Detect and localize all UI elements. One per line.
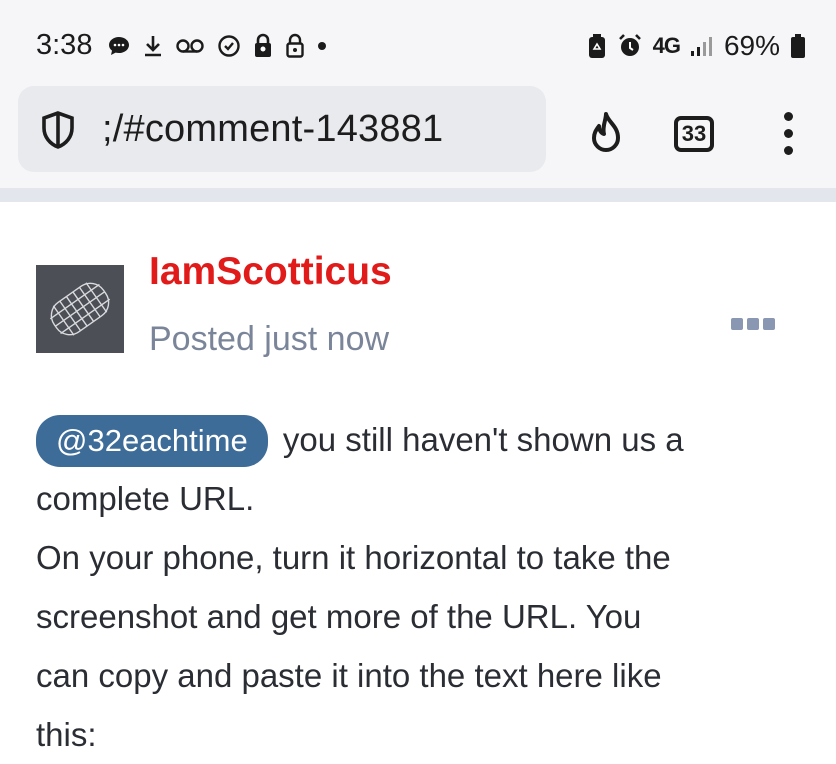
url-bar[interactable]: ;/#comment-143881 — [18, 86, 546, 172]
tabs-button[interactable]: 33 — [674, 116, 714, 152]
battery-icon — [790, 33, 806, 59]
sync-icon — [217, 34, 241, 58]
user-mention[interactable]: @32eachtime — [36, 415, 268, 467]
fire-icon[interactable] — [584, 110, 628, 163]
lock-badge-icon — [253, 33, 273, 59]
comment-text: complete URL. — [36, 480, 255, 517]
comment-text: you still haven't shown us a — [282, 421, 684, 458]
browser-toolbar: ;/#comment-143881 33 — [0, 80, 836, 188]
comment-text: can copy and paste it into the text here… — [36, 657, 662, 694]
comment-text: this: — [36, 716, 97, 753]
status-right: 4G 69% — [587, 30, 806, 62]
comment-timestamp[interactable]: Posted just now — [149, 320, 389, 359]
status-time: 3:38 — [36, 29, 93, 61]
comment-text: screenshot and get more of the URL. You — [36, 598, 642, 635]
comment-author[interactable]: IamScotticus — [149, 250, 392, 294]
status-bar: 3:38 4G 69% — [0, 0, 836, 80]
comment-body: @32eachtime you still haven't shown us a… — [36, 410, 816, 764]
comment-text: On your phone, turn it horizontal to tak… — [36, 539, 671, 576]
url-text[interactable]: ;/#comment-143881 — [102, 108, 443, 151]
more-options-icon[interactable] — [731, 318, 775, 330]
alarm-icon — [617, 33, 643, 59]
lock-icon — [285, 33, 305, 59]
signal-icon — [690, 35, 714, 57]
comment-line: @32eachtime you still haven't shown us a — [36, 410, 816, 469]
download-icon — [143, 34, 163, 58]
chat-icon — [107, 34, 131, 58]
tab-count: 33 — [681, 121, 707, 146]
network-label: 4G — [652, 33, 681, 58]
avatar[interactable] — [36, 265, 124, 353]
shield-icon[interactable] — [40, 110, 76, 155]
dot-icon — [317, 41, 327, 51]
overflow-menu-icon[interactable] — [776, 108, 800, 162]
battery-percent: 69% — [723, 30, 780, 61]
notification-icons — [107, 30, 327, 62]
battery-saver-icon — [587, 33, 607, 59]
voicemail-icon — [175, 36, 205, 56]
divider — [0, 188, 836, 202]
